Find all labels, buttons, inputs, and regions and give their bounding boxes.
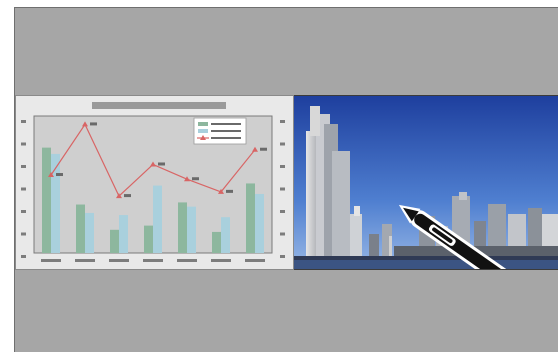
left-source-pane[interactable] [15,95,294,270]
bar-series-2 [85,212,94,253]
bar-series-2 [119,215,128,253]
bar-series-1 [110,229,119,253]
y-tick-left [21,210,26,213]
y-tick-right [280,120,285,123]
bar-series-1 [144,225,153,253]
data-label-placeholder [90,122,97,126]
data-label-placeholder [260,147,267,151]
bar-series-2 [187,206,196,253]
data-label-placeholder [192,177,199,181]
data-label-placeholder [226,189,233,193]
y-tick-right [280,210,285,213]
bar-series-1 [76,204,85,253]
x-tick-label [177,259,197,262]
bar-series-2 [153,185,162,253]
bar-series-1 [178,202,187,253]
city-skyline-photo [294,96,558,269]
y-tick-right [280,232,285,236]
bar-series-2 [221,217,230,253]
x-tick-label [41,259,61,262]
y-tick-right [280,255,285,258]
x-tick-label [211,259,231,262]
x-tick-label [245,259,265,262]
right-source-pane[interactable] [294,95,558,270]
legend-text-2 [211,130,241,132]
y-tick-right [280,165,285,168]
data-label-placeholder [56,173,63,177]
y-tick-left [21,142,26,146]
y-tick-right [280,187,285,191]
y-tick-left [21,255,26,258]
legend-text-1 [211,123,241,125]
bar-series-1 [212,231,221,253]
legend-text-3 [211,137,241,139]
x-tick-label [109,259,129,262]
x-tick-label [75,259,95,262]
y-tick-left [21,232,26,236]
bar-series-2 [255,193,264,253]
combo-chart [21,115,285,262]
y-tick-left [21,187,26,191]
y-tick-left [21,120,26,123]
chart-title-placeholder [92,102,226,109]
legend-swatch-2 [198,129,208,133]
y-tick-right [280,142,285,146]
y-tick-left [21,165,26,168]
bar-series-1 [246,183,255,253]
projector-screen [14,7,558,352]
data-label-placeholder [158,162,165,166]
bar-series-1 [42,147,51,253]
legend-swatch-1 [198,122,208,126]
x-tick-label [143,259,163,262]
data-label-placeholder [124,194,131,198]
